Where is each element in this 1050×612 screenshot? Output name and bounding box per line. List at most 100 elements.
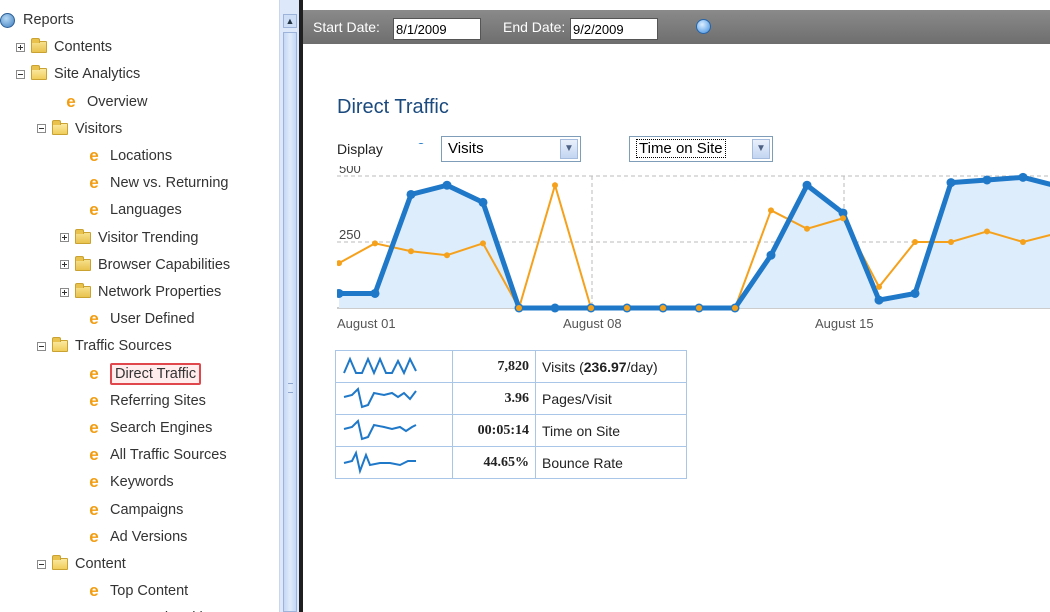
time-on-site-point: [372, 240, 378, 247]
folder-open-icon: [52, 337, 68, 353]
x-tick-label: August 08: [563, 316, 622, 331]
folder-icon: [75, 228, 91, 244]
stat-row: 00:05:14 Time on Site: [335, 414, 687, 447]
time-on-site-point: [516, 305, 522, 311]
sparkline: [335, 414, 453, 447]
time-on-site-point: [768, 207, 774, 214]
page-icon: e: [89, 499, 99, 519]
stat-label-text: Visits (: [542, 358, 584, 375]
tree-item-search-engines[interactable]: e Search Engines: [86, 416, 212, 440]
y-tick-label: 250: [339, 227, 361, 242]
page-icon: e: [89, 390, 99, 410]
tree-item-label: Browser Capabilities: [98, 256, 231, 273]
tree-item-locations[interactable]: e Locations: [86, 144, 172, 168]
tree-item-reports[interactable]: Reports: [0, 8, 74, 32]
scroll-thumb[interactable]: [283, 32, 297, 612]
page-icon: e: [89, 363, 99, 383]
end-date-input[interactable]: [570, 18, 658, 40]
tree-item-label: Site Analytics: [54, 66, 141, 83]
tree-item-languages[interactable]: e Languages: [86, 198, 182, 222]
stat-value: 3.96: [452, 382, 536, 415]
tree-item-contents[interactable]: Contents: [16, 35, 112, 59]
start-date-input[interactable]: [393, 18, 481, 40]
start-date-label: Start Date:: [313, 19, 380, 35]
scroll-grip-icon: [288, 383, 293, 393]
stat-row: 7,820 Visits (236.97/day): [335, 350, 687, 383]
tree-item-overview[interactable]: e Overview: [63, 90, 147, 114]
tree-item-label: Direct Traffic: [110, 362, 202, 385]
tree-item-browser-capabilities[interactable]: Browser Capabilities: [60, 253, 230, 277]
stat-value: 00:05:14: [452, 414, 536, 447]
collapse-icon[interactable]: [37, 559, 46, 569]
time-on-site-point: [912, 239, 918, 245]
date-toolbar: Start Date: End Date:: [303, 10, 1050, 44]
collapse-icon[interactable]: [37, 124, 46, 134]
chevron-down-icon[interactable]: ▼: [560, 139, 578, 159]
tree-item-network-properties[interactable]: Network Properties: [60, 280, 221, 304]
expand-icon[interactable]: [60, 287, 69, 297]
tree-item-content-by-title[interactable]: e Content by Title: [86, 606, 211, 612]
tree-item-ad-versions[interactable]: e Ad Versions: [86, 525, 187, 549]
x-tick-label: August 15: [815, 316, 874, 331]
expand-icon[interactable]: [60, 260, 69, 270]
tree-item-user-defined[interactable]: e User Defined: [86, 307, 195, 331]
folder-open-icon: [52, 555, 68, 570]
tree-item-visitors[interactable]: Visitors: [37, 117, 122, 141]
time-on-site-point: [624, 305, 630, 311]
page-icon: e: [86, 608, 102, 612]
tree-item-label: Reports: [23, 12, 74, 28]
scroll-up-button[interactable]: ▲: [283, 14, 297, 28]
chevron-down-icon[interactable]: ▼: [752, 139, 770, 159]
time-on-site-point: [408, 248, 414, 255]
y-tick-label: 500: [339, 166, 361, 176]
page-icon: e: [89, 146, 99, 165]
tree-item-traffic-sources[interactable]: Traffic Sources: [37, 334, 172, 358]
stat-row: 3.96 Pages/Visit: [335, 382, 687, 415]
page-icon: e: [89, 445, 99, 465]
tree-item-label: Content by Title: [110, 606, 211, 612]
collapse-icon[interactable]: [16, 69, 25, 79]
page-icon: e: [89, 472, 99, 492]
metric1-select[interactable]: Visits ▼: [441, 136, 581, 162]
folder-icon: [75, 283, 91, 298]
visits-point: [550, 303, 560, 313]
expand-icon[interactable]: [60, 233, 69, 243]
tree-item-keywords[interactable]: e Keywords: [86, 470, 173, 494]
tree-item-direct-traffic[interactable]: e Direct Traffic: [86, 362, 202, 386]
tree-item-label: User Defined: [110, 311, 195, 328]
tree-item-top-content[interactable]: e Top Content: [86, 579, 188, 603]
page-icon: e: [89, 418, 99, 437]
tree-item-campaigns[interactable]: e Campaigns: [86, 498, 183, 522]
tree-item-site-analytics[interactable]: Site Analytics: [16, 62, 140, 86]
tree-item-visitor-trending[interactable]: Visitor Trending: [60, 226, 198, 250]
tree-item-label: New vs. Returning: [110, 175, 229, 192]
end-date-label: End Date:: [503, 19, 566, 35]
display-label: Display: [337, 141, 383, 157]
tree-item-new-vs-returning[interactable]: e New vs. Returning: [86, 171, 228, 195]
tree-item-all-traffic-sources[interactable]: e All Traffic Sources: [86, 443, 226, 467]
time-on-site-point: [876, 283, 882, 290]
visits-point: [442, 180, 452, 190]
sidebar-scrollbar[interactable]: ▲: [279, 0, 300, 612]
traffic-chart: 500250August 01August 08August 15August …: [337, 166, 1050, 331]
reports-icon: [0, 12, 15, 28]
tree-item-label: Referring Sites: [110, 392, 206, 409]
expand-icon[interactable]: [16, 42, 25, 52]
refresh-icon[interactable]: [696, 19, 711, 34]
tree-item-referring-sites[interactable]: e Referring Sites: [86, 389, 206, 413]
time-on-site-point: [840, 215, 846, 222]
metric2-select[interactable]: Time on Site ▼: [629, 136, 773, 162]
tree-item-label: Campaigns: [110, 501, 184, 518]
visits-point: [802, 180, 812, 190]
time-on-site-point: [660, 305, 666, 311]
collapse-icon[interactable]: [37, 341, 46, 351]
visits-point: [910, 288, 920, 298]
tree-item-content[interactable]: Content: [37, 552, 126, 576]
page-icon: e: [89, 173, 99, 193]
page-icon: e: [66, 91, 76, 111]
folder-icon: [31, 38, 47, 54]
tree-item-label: Overview: [87, 93, 148, 110]
stat-value: 44.65%: [452, 446, 536, 479]
metric1-value: Visits: [448, 140, 484, 157]
page-icon: e: [89, 581, 99, 601]
